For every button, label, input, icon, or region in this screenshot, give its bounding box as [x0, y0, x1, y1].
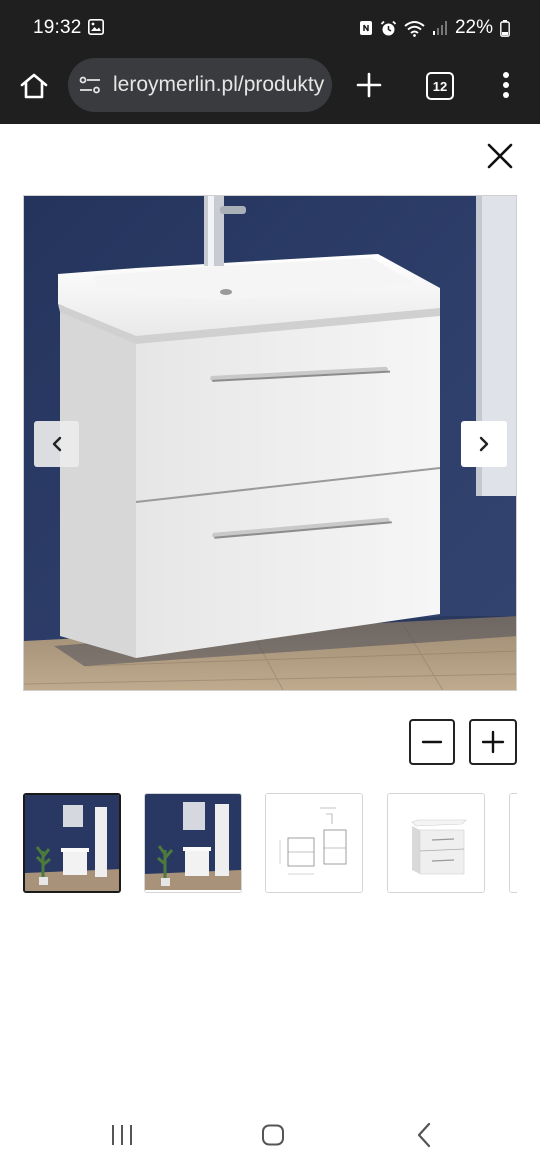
close-gallery-button[interactable] [484, 140, 516, 172]
plus-icon [356, 72, 382, 98]
battery-icon [500, 19, 510, 37]
site-settings-icon[interactable] [78, 73, 102, 97]
back-icon[interactable] [416, 1122, 432, 1148]
home-pill-icon[interactable] [261, 1124, 285, 1146]
thumbnail-2[interactable] [144, 793, 242, 893]
vanity-cabinet-photo [24, 196, 516, 690]
wifi-icon [404, 20, 425, 37]
address-bar[interactable]: leroymerlin.pl/produkty [68, 58, 332, 112]
status-bar: 19:32 22% [0, 0, 540, 56]
tab-switcher-button[interactable]: 12 [426, 72, 454, 100]
thumbnail-strip [23, 793, 517, 894]
nfc-icon [359, 21, 372, 35]
browser-toolbar: leroymerlin.pl/produkty 12 [0, 56, 540, 124]
previous-image-button[interactable] [34, 421, 79, 467]
home-button[interactable] [16, 68, 52, 104]
zoom-out-button[interactable] [409, 719, 455, 765]
minus-icon [421, 740, 443, 744]
chevron-right-icon [479, 436, 489, 452]
signal-icon [432, 21, 447, 35]
status-time: 19:32 [33, 17, 82, 38]
home-icon [20, 73, 48, 99]
url-text[interactable]: leroymerlin.pl/produkty [113, 73, 325, 97]
thumbnail-3-technical-drawing[interactable] [265, 793, 363, 893]
thumbnail-5[interactable] [509, 793, 517, 893]
thumbnail-1[interactable] [23, 793, 121, 893]
battery-percent: 22% [454, 17, 493, 38]
zoom-in-button[interactable] [469, 719, 517, 765]
close-icon [487, 143, 513, 169]
more-vert-icon [503, 72, 509, 98]
chevron-left-icon [52, 436, 61, 452]
alarm-icon [380, 20, 397, 35]
more-menu-button[interactable] [496, 68, 516, 102]
recents-icon[interactable] [110, 1124, 134, 1146]
new-tab-button[interactable] [352, 68, 386, 102]
status-icons: 22% [359, 17, 510, 39]
system-navigation-bar [0, 1100, 540, 1170]
gallery-icon [88, 19, 104, 35]
plus-icon [481, 730, 505, 754]
next-image-button[interactable] [461, 421, 507, 467]
main-product-image[interactable] [23, 195, 517, 691]
thumbnail-4-product[interactable] [387, 793, 485, 893]
